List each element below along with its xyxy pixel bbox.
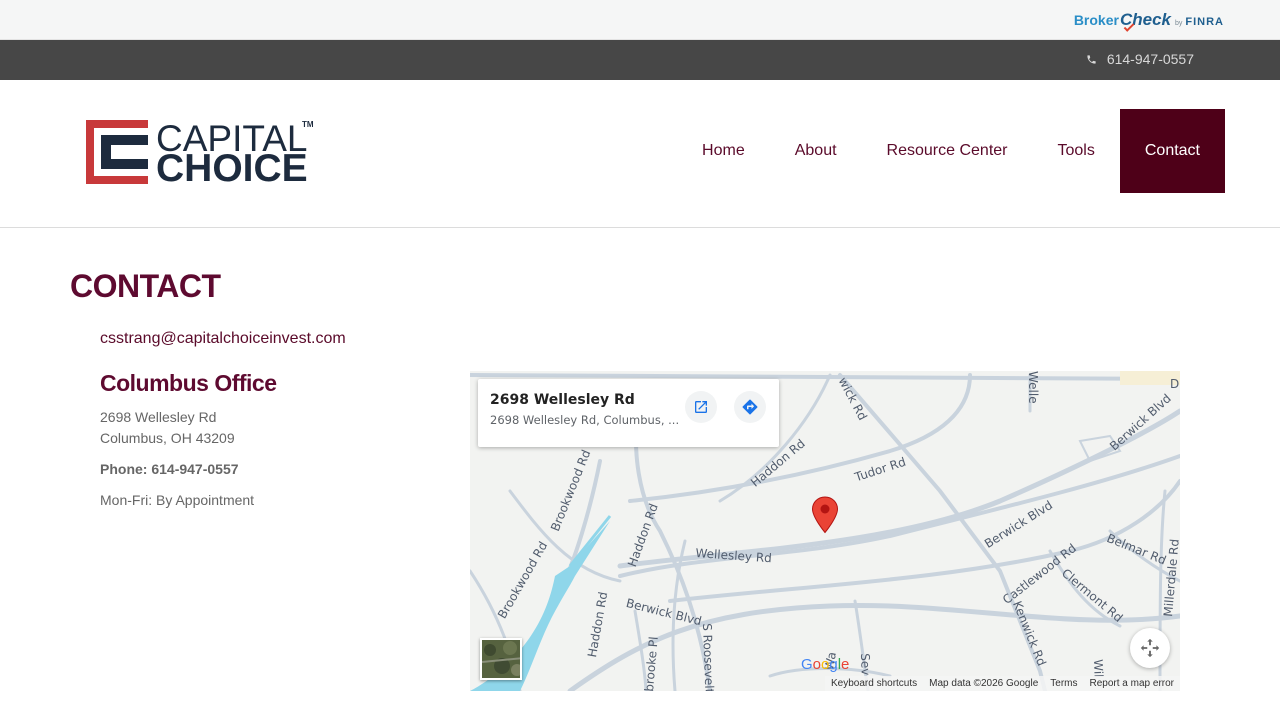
- open-in-maps-button[interactable]: [685, 391, 717, 423]
- phone-icon: [1087, 54, 1096, 64]
- open-external-icon: [695, 401, 707, 413]
- logo-word-choice: CHOICE: [156, 147, 308, 190]
- contact-email-link[interactable]: csstrang@capitalchoiceinvest.com: [100, 330, 346, 348]
- street-label: Welle: [1026, 371, 1040, 404]
- office-title: Columbus Office: [100, 370, 277, 396]
- office-hours: Mon-Fri: By Appointment: [100, 492, 255, 508]
- keyboard-shortcuts-link[interactable]: Keyboard shortcuts: [831, 678, 917, 689]
- capital-choice-logo[interactable]: CAPITAL TM CHOICE: [86, 118, 316, 190]
- header-phone-link[interactable]: 614-947-0557: [1086, 51, 1194, 67]
- brokercheck-by-text: by: [1174, 20, 1183, 27]
- top-strip: Broker Check by FINRA: [0, 0, 1280, 40]
- street-label: D: [1170, 377, 1180, 391]
- directions-icon: [742, 399, 758, 415]
- nav-home[interactable]: Home: [677, 109, 770, 193]
- site-header: CAPITAL TM CHOICE Home About Resource Ce…: [0, 80, 1280, 228]
- fullscreen-button[interactable]: [1130, 628, 1170, 668]
- brokercheck-broker-text: Broker: [1073, 12, 1119, 28]
- nav-contact[interactable]: Contact: [1119, 109, 1225, 193]
- terms-link[interactable]: Terms: [1050, 678, 1077, 689]
- office-address-line1: 2698 Wellesley Rd: [100, 409, 217, 425]
- report-map-error-link[interactable]: Report a map error: [1090, 678, 1174, 689]
- main-nav: Home About Resource Center Tools Contact: [677, 109, 1225, 193]
- directions-button[interactable]: [734, 391, 766, 423]
- map-info-card: 2698 Wellesley Rd 2698 Wellesley Rd, Col…: [478, 379, 779, 447]
- map-attribution: Keyboard shortcuts Map data ©2026 Google…: [824, 676, 1180, 691]
- google-map[interactable]: Wellesley Rd Tudor Rd Haddon Rd Haddon R…: [470, 371, 1180, 691]
- map-card-title: 2698 Wellesley Rd: [490, 392, 635, 408]
- phone-bar: 614-947-0557: [0, 40, 1280, 80]
- map-data-text: Map data ©2026 Google: [929, 678, 1039, 689]
- street-label: S Roosevelt: [700, 623, 717, 691]
- satellite-view-toggle[interactable]: [480, 638, 522, 680]
- logo-mark-icon: [86, 120, 148, 184]
- street-label: Wil: [1091, 659, 1106, 678]
- office-phone: Phone: 614-947-0557: [100, 461, 239, 477]
- office-address-line2: Columbus, OH 43209: [100, 430, 235, 446]
- map-card-address: 2698 Wellesley Rd, Columbus, ...: [490, 413, 680, 427]
- fullscreen-icon: [1140, 638, 1160, 658]
- brokercheck-check-text: Check: [1120, 10, 1171, 32]
- brokercheck-finra-text: FINRA: [1185, 16, 1224, 28]
- nav-tools[interactable]: Tools: [1033, 109, 1120, 193]
- google-logo: Google: [801, 656, 850, 673]
- satellite-thumbnail-icon: [482, 640, 520, 678]
- header-phone-text: 614-947-0557: [1106, 51, 1194, 67]
- brokercheck-link[interactable]: Broker Check by FINRA: [1074, 10, 1224, 32]
- map-pin-icon[interactable]: [811, 496, 839, 534]
- logo-trademark: TM: [302, 120, 314, 129]
- page-title: CONTACT: [70, 268, 221, 304]
- nav-about[interactable]: About: [770, 109, 862, 193]
- street-label: Sev: [858, 653, 873, 676]
- nav-resource-center[interactable]: Resource Center: [862, 109, 1033, 193]
